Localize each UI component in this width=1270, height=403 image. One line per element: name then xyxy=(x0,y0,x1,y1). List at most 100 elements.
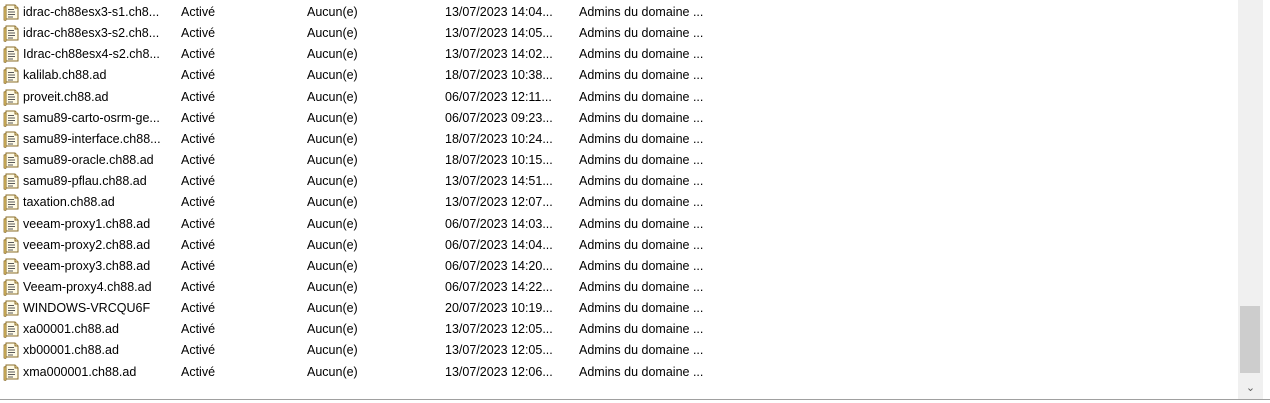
list-item[interactable]: Idrac-ch88esx4-s2.ch8... Activé Aucun(e) 13… xyxy=(0,44,1238,65)
list-item[interactable]: taxation.ch88.ad Activé Aucun(e) 13/07/2023… xyxy=(0,192,1238,213)
vertical-scrollbar[interactable]: ⌄ xyxy=(1238,0,1263,400)
template-date: 13/07/2023 14:02... xyxy=(445,47,553,62)
template-owner: Admins du domaine ... xyxy=(579,301,704,316)
template-type: Aucun(e) xyxy=(307,258,358,273)
template-date: 18/07/2023 10:15... xyxy=(445,153,553,168)
list-item[interactable]: xa00001.ch88.ad Activé Aucun(e) 13/07/2023 … xyxy=(0,319,1238,340)
template-type: Aucun(e) xyxy=(307,301,358,316)
list-bottom-border xyxy=(0,399,1270,400)
certificate-template-icon xyxy=(3,109,20,127)
list-item[interactable]: proveit.ch88.ad Activé Aucun(e) 06/07/2023 … xyxy=(0,87,1238,108)
template-type: Aucun(e) xyxy=(307,343,358,358)
list-item[interactable]: WINDOWS-VRCQU6F Activé Aucun(e) 20/07/2023 … xyxy=(0,298,1238,319)
certificate-template-list: idrac-ch88esx3-s1.ch8... Activé Aucun(e) 13… xyxy=(0,0,1238,400)
certificate-template-icon xyxy=(3,257,20,275)
template-name: proveit.ch88.ad xyxy=(23,89,109,104)
template-date: 13/07/2023 12:06... xyxy=(445,364,553,379)
list-item[interactable]: kalilab.ch88.ad Activé Aucun(e) 18/07/2023 … xyxy=(0,65,1238,86)
template-state: Activé xyxy=(181,89,216,104)
template-date: 18/07/2023 10:24... xyxy=(445,131,553,146)
template-date: 06/07/2023 09:23... xyxy=(445,110,553,125)
template-name: xb00001.ch88.ad xyxy=(23,343,119,358)
template-date: 06/07/2023 14:03... xyxy=(445,216,553,231)
certificate-template-icon xyxy=(3,130,20,148)
template-date: 18/07/2023 10:38... xyxy=(445,68,553,83)
template-owner: Admins du domaine ... xyxy=(579,343,704,358)
template-owner: Admins du domaine ... xyxy=(579,26,704,41)
template-owner: Admins du domaine ... xyxy=(579,195,704,210)
template-state: Activé xyxy=(181,47,216,62)
template-state: Activé xyxy=(181,110,216,125)
certificate-template-icon xyxy=(3,66,20,85)
certificate-template-icon xyxy=(3,193,20,212)
list-item[interactable]: idrac-ch88esx3-s1.ch8... Activé Aucun(e) 13… xyxy=(0,2,1238,23)
template-type: Aucun(e) xyxy=(307,237,358,252)
template-state: Activé xyxy=(181,153,216,168)
template-type: Aucun(e) xyxy=(307,110,358,125)
list-item[interactable]: veeam-proxy3.ch88.ad Activé Aucun(e) 06/07/… xyxy=(0,256,1238,277)
list-item[interactable]: samu89-interface.ch88... Activé Aucun(e) 18… xyxy=(0,129,1238,150)
template-state: Activé xyxy=(181,216,216,231)
template-state: Activé xyxy=(181,26,216,41)
list-item[interactable]: samu89-oracle.ch88.ad Activé Aucun(e) 18/07… xyxy=(0,150,1238,171)
certificate-template-icon xyxy=(3,341,20,360)
template-name: xma000001.ch88.ad xyxy=(23,364,137,379)
template-name: xa00001.ch88.ad xyxy=(23,322,119,337)
scrollbar-thumb[interactable] xyxy=(1240,306,1260,373)
template-state: Activé xyxy=(181,343,216,358)
list-item[interactable]: samu89-carto-osrm-ge... Activé Aucun(e) 06/… xyxy=(0,108,1238,129)
list-item[interactable]: idrac-ch88esx3-s2.ch8... Activé Aucun(e) 13… xyxy=(0,23,1238,44)
template-owner: Admins du domaine ... xyxy=(579,237,704,252)
template-state: Activé xyxy=(181,322,216,337)
certificate-template-icon xyxy=(3,320,20,339)
template-name: taxation.ch88.ad xyxy=(23,195,115,210)
template-owner: Admins du domaine ... xyxy=(579,110,704,125)
template-state: Activé xyxy=(181,174,216,189)
template-owner: Admins du domaine ... xyxy=(579,216,704,231)
template-state: Activé xyxy=(181,237,216,252)
template-name: idrac-ch88esx3-s1.ch8... xyxy=(23,5,160,19)
template-owner: Admins du domaine ... xyxy=(579,89,704,104)
template-type: Aucun(e) xyxy=(307,322,358,337)
template-owner: Admins du domaine ... xyxy=(579,279,704,294)
template-type: Aucun(e) xyxy=(307,195,358,210)
list-item[interactable]: xb00001.ch88.ad Activé Aucun(e) 13/07/2023 … xyxy=(0,340,1238,361)
template-state: Activé xyxy=(181,279,216,294)
template-type: Aucun(e) xyxy=(307,153,358,168)
list-item[interactable]: veeam-proxy1.ch88.ad Activé Aucun(e) 06/07/… xyxy=(0,214,1238,235)
template-date: 06/07/2023 14:22... xyxy=(445,279,553,294)
template-date: 13/07/2023 14:51... xyxy=(445,174,553,189)
scroll-down-arrow[interactable]: ⌄ xyxy=(1238,376,1263,398)
certificate-template-icon xyxy=(3,363,20,381)
template-owner: Admins du domaine ... xyxy=(579,153,704,168)
template-type: Aucun(e) xyxy=(307,5,358,19)
template-name: samu89-oracle.ch88.ad xyxy=(23,153,154,168)
template-date: 20/07/2023 10:19... xyxy=(445,301,553,316)
template-owner: Admins du domaine ... xyxy=(579,174,704,189)
template-date: 13/07/2023 12:05... xyxy=(445,322,553,337)
template-name: samu89-pflau.ch88.ad xyxy=(23,174,147,189)
template-date: 13/07/2023 12:05... xyxy=(445,343,553,358)
window-edge xyxy=(1263,0,1270,400)
template-owner: Admins du domaine ... xyxy=(579,131,704,146)
template-name: WINDOWS-VRCQU6F xyxy=(23,301,151,316)
template-state: Activé xyxy=(181,258,216,273)
template-type: Aucun(e) xyxy=(307,279,358,294)
template-date: 13/07/2023 14:04... xyxy=(445,5,553,19)
list-item[interactable]: xma000001.ch88.ad Activé Aucun(e) 13/07/202… xyxy=(0,362,1238,383)
template-date: 06/07/2023 14:20... xyxy=(445,258,553,273)
list-item[interactable]: veeam-proxy2.ch88.ad Activé Aucun(e) 06/07/… xyxy=(0,235,1238,256)
certificate-template-icon xyxy=(3,236,20,254)
template-owner: Admins du domaine ... xyxy=(579,258,704,273)
certificate-template-icon xyxy=(3,45,20,64)
certificate-template-icon xyxy=(3,88,20,106)
certificate-template-icon xyxy=(3,151,20,169)
list-item[interactable]: Veeam-proxy4.ch88.ad Activé Aucun(e) 06/07/… xyxy=(0,277,1238,298)
certificate-template-icon xyxy=(3,24,20,43)
certificate-template-icon xyxy=(3,278,20,296)
template-name: samu89-carto-osrm-ge... xyxy=(23,110,160,125)
template-name: Veeam-proxy4.ch88.ad xyxy=(23,279,152,294)
list-item[interactable]: samu89-pflau.ch88.ad Activé Aucun(e) 13/07/… xyxy=(0,171,1238,192)
template-type: Aucun(e) xyxy=(307,89,358,104)
template-name: idrac-ch88esx3-s2.ch8... xyxy=(23,26,160,41)
